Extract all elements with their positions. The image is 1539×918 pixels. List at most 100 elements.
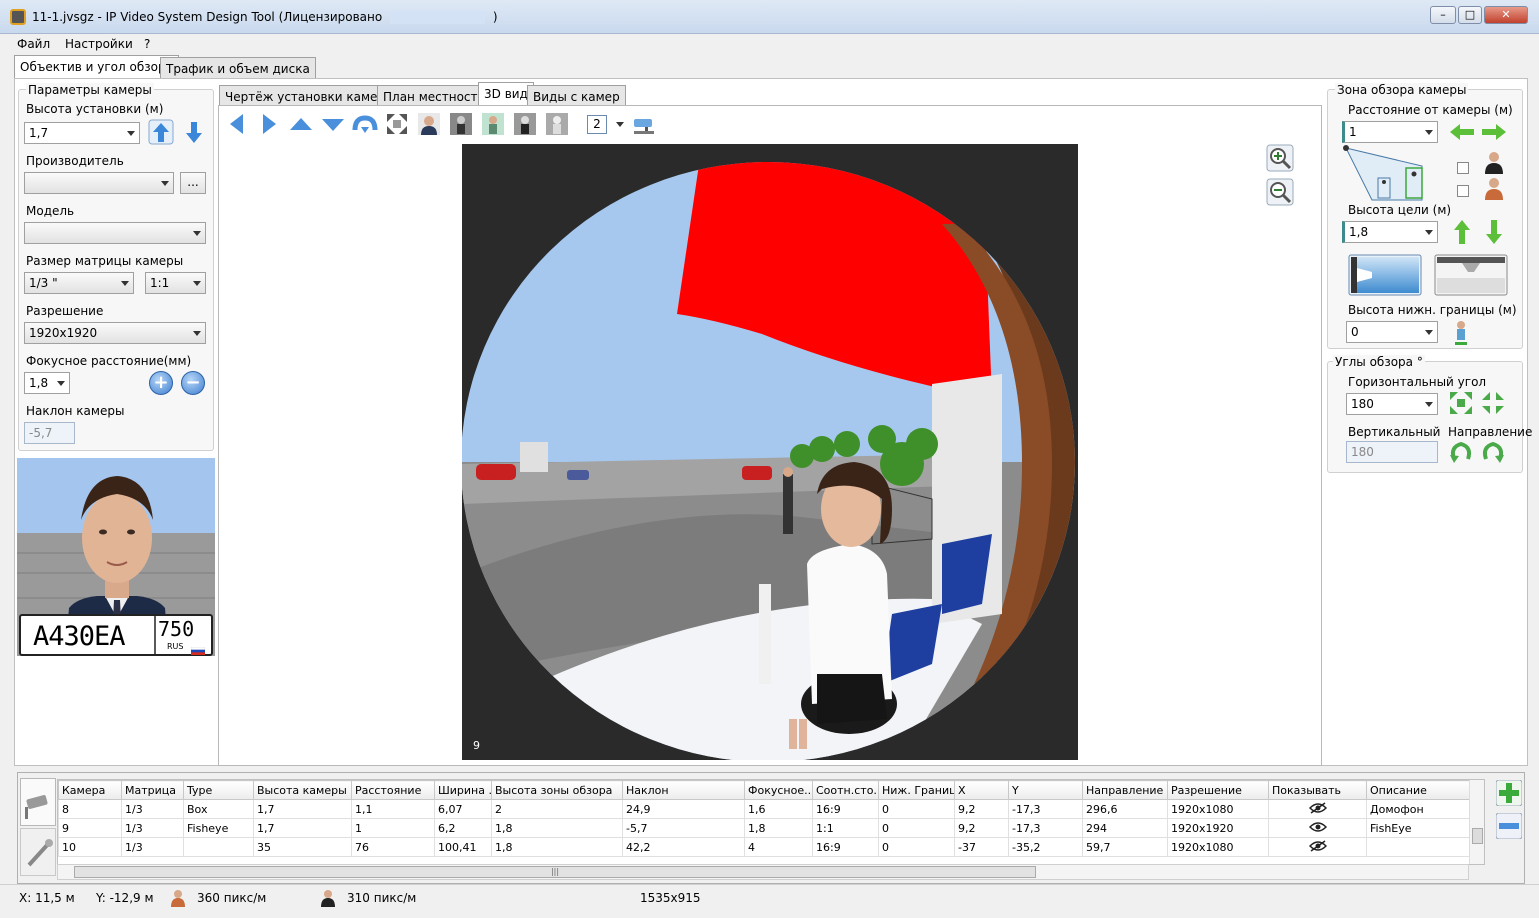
cameras-tab[interactable]	[20, 778, 56, 826]
table-cell[interactable]: 1/3	[121, 799, 184, 819]
table-cell[interactable]: 0	[878, 837, 955, 857]
nav-right-arrow-icon[interactable]	[256, 111, 282, 137]
eye-icon[interactable]	[1268, 818, 1367, 838]
table-cell[interactable]: 9,2	[954, 818, 1009, 838]
rotate-left-icon[interactable]	[1448, 439, 1474, 465]
angle-wide-icon[interactable]	[1480, 390, 1506, 416]
table-cell[interactable]	[183, 837, 254, 857]
column-header[interactable]: Фокусное...	[744, 780, 813, 800]
column-header[interactable]: Type	[183, 780, 254, 800]
female-target-checkbox[interactable]	[1457, 185, 1469, 197]
target-height-up-icon[interactable]	[1452, 218, 1472, 246]
eye-hidden-icon[interactable]	[1268, 837, 1367, 857]
column-header[interactable]: Ниж. Граница	[878, 780, 955, 800]
table-cell[interactable]: 1,6	[744, 799, 813, 819]
zoom-in-icon[interactable]	[1266, 144, 1294, 172]
table-cell[interactable]: Fisheye	[183, 818, 254, 838]
table-cell[interactable]: -35,2	[1008, 837, 1083, 857]
resolution-select[interactable]: 1920x1920	[24, 322, 206, 344]
person-light-icon[interactable]	[544, 111, 570, 137]
column-header[interactable]: Показывать	[1268, 780, 1367, 800]
focal-decrease-button[interactable]: −	[181, 371, 205, 395]
top-view-button[interactable]	[1434, 254, 1508, 296]
camera-count-dropdown-icon[interactable]	[616, 122, 624, 127]
distance-decrease-arrow-icon[interactable]	[1448, 122, 1476, 142]
tab-install-drawing[interactable]: Чертёж установки камеры	[219, 85, 401, 107]
focal-increase-button[interactable]: +	[149, 371, 173, 395]
table-cell[interactable]: FishEye	[1366, 818, 1471, 838]
table-cell[interactable]: 1,8	[491, 837, 623, 857]
table-cell[interactable]: 0	[878, 799, 955, 819]
table-cell[interactable]: 1,8	[491, 818, 623, 838]
sensor-select[interactable]: 1/3 "	[24, 272, 134, 294]
camera-mount-icon[interactable]	[631, 111, 657, 137]
horizontal-angle-select[interactable]: 180	[1346, 393, 1438, 415]
nav-left-arrow-icon[interactable]	[224, 111, 250, 137]
remove-camera-button[interactable]	[1495, 812, 1523, 840]
table-cell[interactable]: 16:9	[812, 799, 879, 819]
zoom-out-icon[interactable]	[1266, 178, 1294, 206]
table-cell[interactable]: 1:1	[812, 818, 879, 838]
fit-view-icon[interactable]	[384, 111, 410, 137]
table-cell[interactable]: 1,7	[253, 799, 352, 819]
eye-hidden-icon[interactable]	[1268, 799, 1367, 819]
tab-camera-views[interactable]: Виды с камер	[527, 85, 626, 107]
table-cell[interactable]: 1920x1080	[1167, 837, 1269, 857]
rotate-camera-icon[interactable]	[352, 111, 378, 137]
vertical-angle-input[interactable]: 180	[1346, 441, 1438, 463]
column-header[interactable]: Расстояние	[351, 780, 435, 800]
table-cell[interactable]: -5,7	[622, 818, 745, 838]
vertical-scroll-thumb[interactable]	[1472, 828, 1483, 844]
table-cell[interactable]: 1/3	[121, 837, 184, 857]
male-target-checkbox[interactable]	[1457, 162, 1469, 174]
manufacturer-browse-button[interactable]: ...	[180, 172, 206, 194]
person-dark-icon[interactable]	[448, 111, 474, 137]
table-cell[interactable]: 1,7	[253, 818, 352, 838]
minimize-button[interactable]: –	[1430, 6, 1456, 24]
table-cell[interactable]: 1/3	[121, 818, 184, 838]
tab-lens-angle[interactable]: Объектив и угол обзора	[14, 55, 179, 79]
height-down-arrow-icon[interactable]	[182, 118, 206, 146]
table-cell[interactable]: 296,6	[1082, 799, 1168, 819]
table-row[interactable]: 10 1/3 35 76 100,41 1,8 42,2 4 16:9 0 -37 -35,2 59,7…	[58, 837, 1471, 857]
column-header[interactable]: Высота зоны обзора	[491, 780, 623, 800]
target-height-select[interactable]: 1,8	[1342, 221, 1438, 243]
column-header[interactable]: Ширина ...	[434, 780, 492, 800]
tab-site-plan[interactable]: План местности	[377, 85, 492, 107]
person-green-icon[interactable]	[480, 111, 506, 137]
table-cell[interactable]: 42,2	[622, 837, 745, 857]
table-cell[interactable]: 9,2	[954, 799, 1009, 819]
distance-select[interactable]: 1	[1342, 121, 1438, 143]
table-cell[interactable]: -37	[954, 837, 1009, 857]
table-cell[interactable]: 6,2	[434, 818, 492, 838]
table-cell[interactable]: 10	[58, 837, 122, 857]
rotate-right-icon[interactable]	[1480, 439, 1506, 465]
table-cell[interactable]: Домофон	[1366, 799, 1471, 819]
column-header[interactable]: Камера	[58, 780, 122, 800]
person-grey-icon[interactable]	[512, 111, 538, 137]
table-cell[interactable]: 1,8	[744, 818, 813, 838]
table-cell[interactable]: 0	[878, 818, 955, 838]
table-cell[interactable]: 294	[1082, 818, 1168, 838]
table-cell[interactable]: 59,7	[1082, 837, 1168, 857]
table-cell[interactable]: -17,3	[1008, 799, 1083, 819]
menu-file[interactable]: Файл	[17, 37, 50, 51]
lower-bound-select[interactable]: 0	[1346, 321, 1438, 343]
table-cell[interactable]: 6,07	[434, 799, 492, 819]
nav-up-arrow-icon[interactable]	[288, 111, 314, 137]
table-row[interactable]: 8 1/3 Box 1,7 1,1 6,07 2 24,9 1,6 16:9 0 9,2 -17,3 29…	[58, 799, 1471, 819]
table-cell[interactable]: 2	[491, 799, 623, 819]
column-header[interactable]: Наклон	[622, 780, 745, 800]
column-header[interactable]: Y	[1008, 780, 1083, 800]
table-cell[interactable]: 1	[351, 818, 435, 838]
model-select[interactable]	[24, 222, 206, 244]
distance-increase-arrow-icon[interactable]	[1480, 122, 1508, 142]
tab-3d-view[interactable]: 3D вид	[478, 82, 534, 106]
maximize-button[interactable]: □	[1458, 6, 1482, 24]
camera-count-box[interactable]: 2	[587, 115, 607, 134]
tab-traffic-disk[interactable]: Трафик и объем диска	[160, 57, 316, 79]
tilt-input[interactable]: -5,7	[24, 422, 75, 444]
angle-narrow-icon[interactable]	[1448, 390, 1474, 416]
manufacturer-select[interactable]	[24, 172, 174, 194]
column-header[interactable]: Описание	[1366, 780, 1471, 800]
